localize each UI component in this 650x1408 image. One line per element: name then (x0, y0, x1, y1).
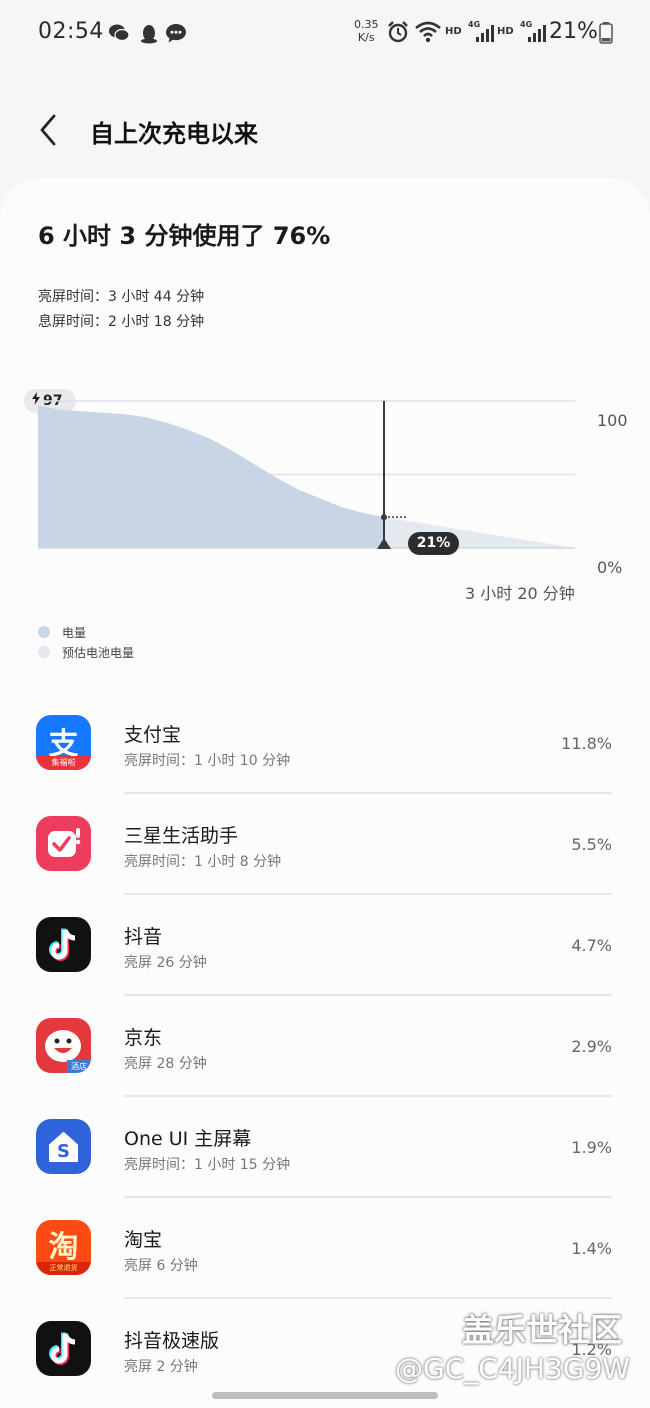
battery-percent: 21% (549, 19, 598, 44)
app-name: 三星生活助手 (124, 825, 239, 847)
watermark-user: @GC_C4JH3G9W (395, 1352, 630, 1385)
list-item-samsung-life-helper[interactable]: 三星生活助手 亮屏时间：1 小时 8 分钟 5.5% (0, 794, 650, 895)
jd-badge: 酒店 (67, 1060, 91, 1073)
wechat-icon (109, 24, 130, 42)
network-speed: 0.35 K/s (354, 18, 379, 44)
taobao-icon: 淘 正常退货 (36, 1220, 91, 1275)
current-level-dot (381, 514, 387, 521)
app-usage-percent: 1.9% (571, 1138, 612, 1157)
hd-label-2: HD (497, 26, 514, 37)
back-button[interactable] (34, 110, 64, 150)
taobao-badge: 正常退货 (36, 1262, 91, 1275)
list-item-jd[interactable]: 酒店 京东 亮屏 28 分钟 2.9% (0, 996, 650, 1097)
screen-on-time: 亮屏时间：3 小时 44 分钟 (38, 289, 205, 305)
signal-icon-2 (528, 25, 546, 42)
list-item-douyin[interactable]: 抖音 亮屏 26 分钟 4.7% (0, 895, 650, 996)
alipay-badge: 集福啦 (36, 756, 91, 770)
taobao-icon-glyph: 淘 (48, 1230, 79, 1265)
oneui-home-icon-glyph: S (57, 1141, 70, 1162)
list-item-alipay[interactable]: 支 集福啦 支付宝 亮屏时间：1 小时 10 分钟 11.8% (0, 693, 650, 794)
app-usage-percent: 5.5% (571, 835, 612, 854)
alipay-icon: 支 集福啦 (36, 715, 91, 770)
current-level-badge: 21% (408, 532, 459, 555)
legend-actual-label: 电量 (62, 626, 87, 640)
app-screen-time: 亮屏 2 分钟 (124, 1359, 198, 1375)
douyin-icon (36, 917, 91, 972)
samsung-life-helper-icon (36, 816, 91, 871)
gesture-home-bar[interactable] (212, 1392, 438, 1399)
status-bar: 02:54 0.35 K/s HD 4G HD 4G 21% (0, 0, 650, 68)
app-name: 支付宝 (124, 724, 182, 746)
legend-actual-swatch (38, 626, 50, 638)
signal-icon-1 (476, 25, 494, 42)
network-speed-value: 0.35 (354, 18, 379, 31)
page-title: 自上次充电以来 (90, 120, 258, 148)
legend-actual: 电量 (38, 624, 86, 641)
app-screen-time: 亮屏 6 分钟 (124, 1258, 198, 1274)
status-time: 02:54 (38, 19, 104, 44)
app-usage-percent: 4.7% (571, 936, 612, 955)
legend-estimated-label: 预估电池电量 (62, 646, 135, 660)
app-name: 淘宝 (124, 1229, 163, 1251)
app-usage-percent: 1.4% (571, 1239, 612, 1258)
battery-chart-svg (38, 400, 575, 549)
battery-chart[interactable]: 97 100 0% 3 小时 20 分钟 21% (0, 383, 650, 603)
oneui-home-icon: S (36, 1119, 91, 1174)
series-actual-area (38, 405, 384, 548)
app-screen-time: 亮屏 28 分钟 (124, 1056, 207, 1072)
y-axis-min-label: 0% (597, 558, 623, 577)
app-name: One UI 主屏幕 (124, 1128, 252, 1150)
app-usage-percent: 2.9% (571, 1037, 612, 1056)
app-screen-time: 亮屏 26 分钟 (124, 955, 207, 971)
app-name: 抖音极速版 (124, 1330, 220, 1352)
y-axis-max-label: 100 (597, 411, 628, 430)
legend-estimated-swatch (38, 646, 50, 658)
list-item-taobao[interactable]: 淘 正常退货 淘宝 亮屏 6 分钟 1.4% (0, 1198, 650, 1299)
list-item-oneui-home[interactable]: S One UI 主屏幕 亮屏时间：1 小时 15 分钟 1.9% (0, 1097, 650, 1198)
hd-label-1: HD (445, 26, 462, 37)
usage-summary-title: 6 小时 3 分钟使用了 76% (38, 222, 331, 250)
alarm-icon (388, 21, 408, 43)
screen-off-time: 息屏时间：2 小时 18 分钟 (38, 314, 205, 330)
message-icon (166, 24, 186, 43)
douyin-lite-icon (36, 1321, 91, 1376)
watermark-community: 盖乐世社区 (462, 1311, 623, 1349)
qq-icon (141, 25, 157, 44)
wifi-icon (415, 21, 441, 43)
app-name: 京东 (124, 1027, 163, 1049)
remaining-time-label: 3 小时 20 分钟 (465, 584, 575, 603)
app-screen-time: 亮屏时间：1 小时 8 分钟 (124, 854, 282, 870)
app-screen-time: 亮屏时间：1 小时 10 分钟 (124, 753, 291, 769)
network-speed-unit: K/s (357, 31, 375, 44)
jd-icon: 酒店 (36, 1018, 91, 1073)
app-screen-time: 亮屏时间：1 小时 15 分钟 (124, 1157, 291, 1173)
app-name: 抖音 (124, 926, 163, 948)
legend-estimated: 预估电池电量 (38, 644, 134, 661)
battery-usage-card: 6 小时 3 分钟使用了 76% 亮屏时间：3 小时 44 分钟 息屏时间：2 … (0, 178, 650, 1408)
page-header: 自上次充电以来 (0, 100, 650, 160)
app-usage-percent: 11.8% (561, 734, 612, 753)
battery-icon (599, 22, 613, 44)
